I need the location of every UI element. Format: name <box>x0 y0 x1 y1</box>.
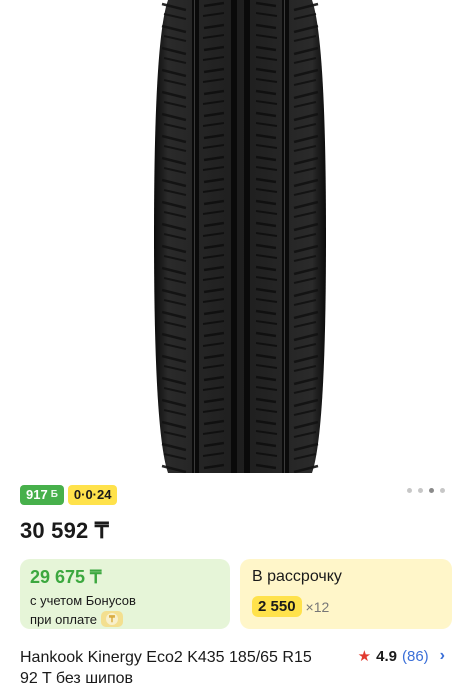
bonus-note-line2: при оплате <box>30 611 97 627</box>
rating-value: 4.9 <box>376 647 397 665</box>
bonus-badge: 917 Б <box>20 485 64 505</box>
installment-title: В рассрочку <box>252 568 342 585</box>
gallery-dot-active[interactable] <box>429 488 434 493</box>
gallery-dot[interactable] <box>407 488 412 493</box>
bonus-icon: Б <box>50 489 58 500</box>
rating-link[interactable]: ★ 4.9 (86) › <box>358 647 445 665</box>
product-image-gallery[interactable] <box>0 0 471 478</box>
payment-icon: ₸ <box>100 611 123 627</box>
tenge-icon: ₸ <box>105 613 118 625</box>
installment-row: 2 550 ×12 <box>252 596 329 617</box>
bonus-price: 29 675 ₸ <box>30 567 102 587</box>
bonus-price-card[interactable]: 29 675 ₸ с учетом Бонусов при оплате ₸ <box>20 559 230 629</box>
product-price: 30 592 ₸ <box>20 518 109 543</box>
product-title: Hankook Kinergy Eco2 K435 185/65 R15 92 … <box>20 649 312 687</box>
bonus-badge-value: 917 <box>26 487 48 502</box>
gallery-pagination[interactable] <box>407 488 445 493</box>
installment-multiplier: ×12 <box>305 598 330 615</box>
tire-image <box>154 0 326 473</box>
star-icon: ★ <box>357 648 372 665</box>
chevron-right-icon: › <box>439 647 445 664</box>
installment-amount: 2 550 <box>252 596 302 617</box>
bonus-note-line2-row: при оплате ₸ <box>30 611 123 627</box>
rating-count: (86) <box>401 647 429 665</box>
installment-card[interactable]: В рассрочку 2 550 ×12 <box>240 559 452 629</box>
gallery-dot[interactable] <box>440 488 445 493</box>
bonus-note-line1: с учетом Бонусов <box>30 593 136 608</box>
promo-badges: 917 Б 0·0·24 <box>20 485 118 505</box>
installment-badge: 0·0·24 <box>67 485 118 505</box>
gallery-dot[interactable] <box>418 488 423 493</box>
